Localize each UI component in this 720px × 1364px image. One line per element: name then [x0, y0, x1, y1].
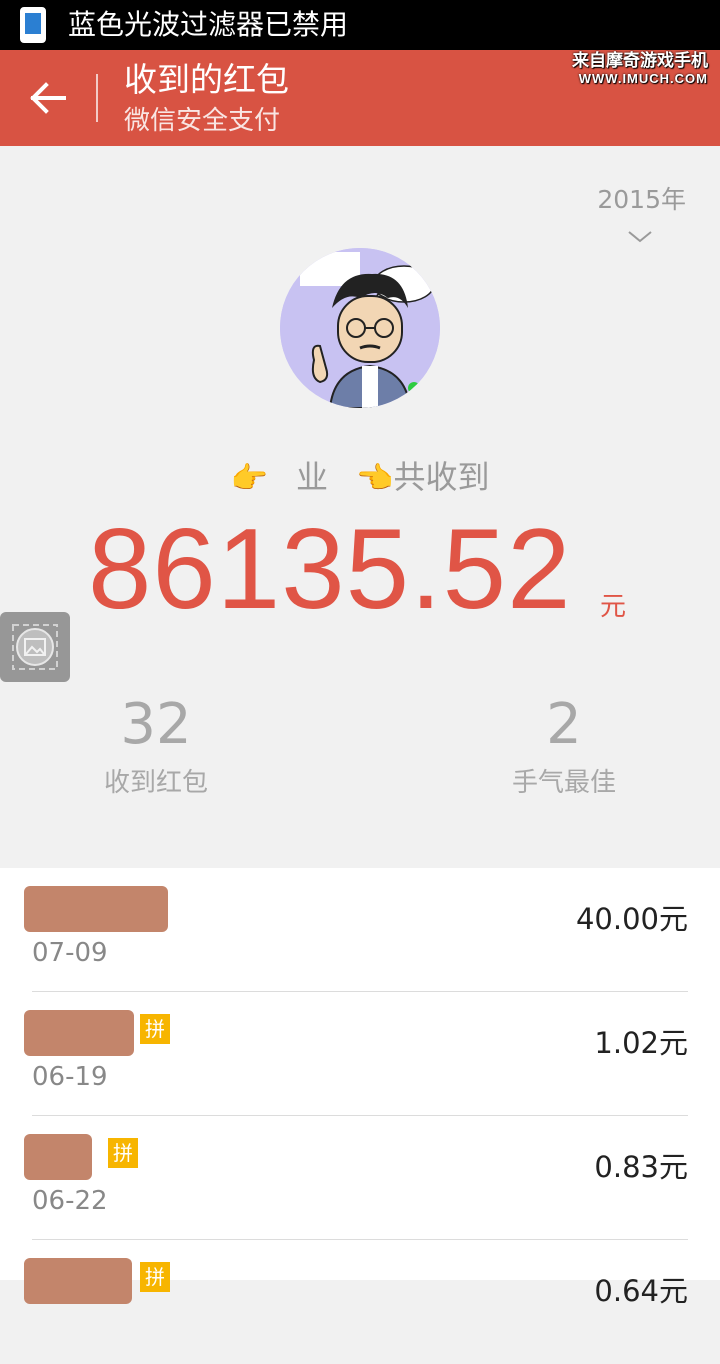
- status-bar: 蓝色光波过滤器已禁用: [0, 0, 720, 50]
- sender-name-redacted: [24, 1258, 132, 1304]
- avatar: ..: [280, 248, 440, 408]
- back-arrow-icon: [30, 82, 66, 114]
- svg-text:..: ..: [304, 258, 310, 269]
- received-label: 共收到: [393, 458, 490, 496]
- list-item[interactable]: 拼 0.64元: [24, 1240, 688, 1364]
- back-button[interactable]: [22, 72, 74, 124]
- received-count: 32: [120, 692, 192, 757]
- record-amount: 40.00元: [575, 902, 688, 936]
- chevron-down-icon[interactable]: [628, 230, 652, 244]
- pointing-left-icon: 👈: [356, 461, 394, 496]
- list-item[interactable]: 拼 06-19 1.02元: [24, 992, 688, 1116]
- total-amount: 86135.52: [88, 506, 572, 633]
- red-packet-list: 07-09 40.00元 拼 06-19 1.02元 拼 06-22 0.83元…: [0, 868, 720, 1308]
- app-bar: 收到的红包 微信安全支付 来自摩奇游戏手机 WWW.IMUCH.COM: [0, 50, 720, 146]
- total-unit: 元: [600, 592, 627, 622]
- watermark: 来自摩奇游戏手机 WWW.IMUCH.COM: [572, 50, 708, 86]
- app-bar-divider: [96, 74, 98, 122]
- sender-name-redacted: [24, 886, 168, 932]
- received-summary-line: 👉 业 👈共收到: [0, 456, 720, 500]
- page-title: 收到的红包: [124, 60, 289, 99]
- user-name: 业: [295, 458, 328, 496]
- record-date: 07-09: [32, 938, 108, 968]
- received-count-label: 收到红包: [103, 768, 208, 798]
- group-badge: 拼: [140, 1014, 170, 1044]
- list-item[interactable]: 07-09 40.00元: [24, 868, 688, 992]
- avatar-illustration: ..: [280, 248, 440, 408]
- best-luck-count: 2: [546, 692, 582, 757]
- phone-icon: [20, 7, 46, 43]
- year-selector[interactable]: 2015年: [597, 180, 686, 216]
- image-icon: [12, 624, 58, 670]
- group-badge: 拼: [140, 1262, 170, 1292]
- sender-name-redacted: [24, 1134, 92, 1180]
- floating-screenshot-button[interactable]: [0, 612, 70, 682]
- record-date: 06-19: [32, 1062, 108, 1092]
- best-luck-label: 手气最佳: [511, 768, 616, 798]
- record-amount: 0.83元: [594, 1150, 688, 1184]
- pointing-right-icon: 👉: [230, 461, 268, 496]
- record-amount: 0.64元: [594, 1274, 688, 1308]
- list-item[interactable]: 拼 06-22 0.83元: [24, 1116, 688, 1240]
- status-notification-text: 蓝色光波过滤器已禁用: [68, 8, 349, 41]
- record-amount: 1.02元: [594, 1026, 688, 1060]
- group-badge: 拼: [108, 1138, 138, 1168]
- watermark-line2: WWW.IMUCH.COM: [578, 71, 708, 86]
- watermark-line1: 来自摩奇游戏手机: [572, 51, 708, 70]
- record-date: 06-22: [32, 1186, 108, 1216]
- sender-name-redacted: [24, 1010, 134, 1056]
- page-subtitle: 微信安全支付: [124, 106, 281, 136]
